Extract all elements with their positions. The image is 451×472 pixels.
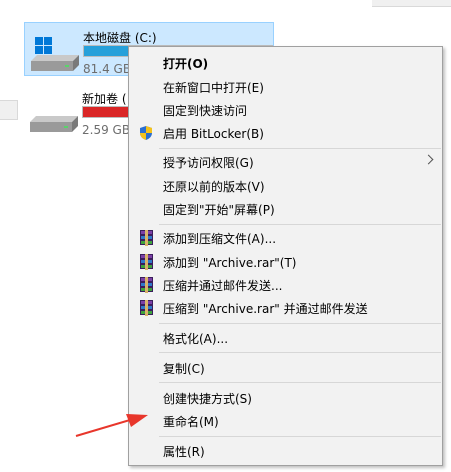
menu-item-label: 授予访问权限(G): [163, 156, 254, 170]
menu-item-pin-quick-access[interactable]: 固定到快速访问: [129, 99, 442, 121]
menu-item-label: 属性(R): [163, 445, 205, 459]
winrar-icon: [139, 254, 154, 270]
menu-item-create-shortcut[interactable]: 创建快捷方式(S): [129, 387, 442, 409]
menu-item-label: 添加到 "Archive.rar"(T): [163, 256, 297, 270]
chevron-right-icon: [423, 154, 434, 165]
context-menu: 打开(O) 在新窗口中打开(E) 固定到快速访问 启用 BitLocker(B)…: [128, 46, 443, 466]
menu-item-label: 复制(C): [163, 362, 205, 376]
menu-item-open[interactable]: 打开(O): [129, 52, 442, 74]
menu-item-properties[interactable]: 属性(R): [129, 440, 442, 462]
winrar-icon: [139, 277, 154, 293]
menu-item-label: 固定到"开始"屏幕(P): [163, 203, 275, 217]
menu-item-format[interactable]: 格式化(A)...: [129, 327, 442, 349]
drive-name: 新加卷 (: [82, 92, 127, 106]
shield-icon: [140, 126, 152, 140]
menu-separator: [159, 436, 441, 437]
menu-separator: [159, 224, 441, 225]
windows-drive-icon: [31, 37, 79, 71]
toolbar-fragment: [372, 0, 451, 7]
menu-item-copy[interactable]: 复制(C): [129, 357, 442, 379]
menu-item-label: 重命名(M): [163, 415, 219, 429]
menu-separator: [159, 382, 441, 383]
menu-item-label: 压缩并通过邮件发送...: [163, 279, 283, 293]
menu-item-give-access[interactable]: 授予访问权限(G): [129, 151, 442, 173]
menu-item-pin-start[interactable]: 固定到"开始"屏幕(P): [129, 198, 442, 220]
menu-item-label: 压缩到 "Archive.rar" 并通过邮件发送: [163, 302, 368, 316]
menu-item-open-new-window[interactable]: 在新窗口中打开(E): [129, 76, 442, 98]
winrar-icon: [139, 300, 154, 316]
menu-item-add-to-archive-rar[interactable]: 添加到 "Archive.rar"(T): [129, 251, 442, 273]
nav-pane-fragment: [0, 100, 18, 120]
menu-item-label: 创建快捷方式(S): [163, 392, 252, 406]
drive-size: 81.4 GB: [83, 62, 132, 76]
menu-item-restore-versions[interactable]: 还原以前的版本(V): [129, 175, 442, 197]
menu-separator: [159, 352, 441, 353]
annotation-arrow-icon: [75, 414, 148, 437]
menu-item-compress-rar-email[interactable]: 压缩到 "Archive.rar" 并通过邮件发送: [129, 297, 442, 319]
menu-item-label: 添加到压缩文件(A)...: [163, 232, 277, 246]
menu-item-compress-email[interactable]: 压缩并通过邮件发送...: [129, 274, 442, 296]
drive-size: 2.59 GB: [82, 123, 131, 137]
menu-separator: [159, 323, 441, 324]
menu-item-label: 打开(O): [163, 57, 209, 71]
drive-icon: [30, 116, 78, 132]
menu-item-label: 启用 BitLocker(B): [163, 127, 264, 141]
menu-item-label: 在新窗口中打开(E): [163, 81, 264, 95]
menu-item-label: 格式化(A)...: [163, 332, 229, 346]
menu-separator: [159, 148, 441, 149]
menu-item-rename[interactable]: 重命名(M): [129, 410, 442, 432]
winrar-icon: [139, 230, 154, 246]
drive-name: 本地磁盘 (C:): [83, 31, 157, 45]
menu-item-bitlocker[interactable]: 启用 BitLocker(B): [129, 122, 442, 144]
menu-item-label: 固定到快速访问: [163, 104, 248, 118]
menu-item-add-to-archive[interactable]: 添加到压缩文件(A)...: [129, 227, 442, 249]
menu-item-label: 还原以前的版本(V): [163, 180, 265, 194]
